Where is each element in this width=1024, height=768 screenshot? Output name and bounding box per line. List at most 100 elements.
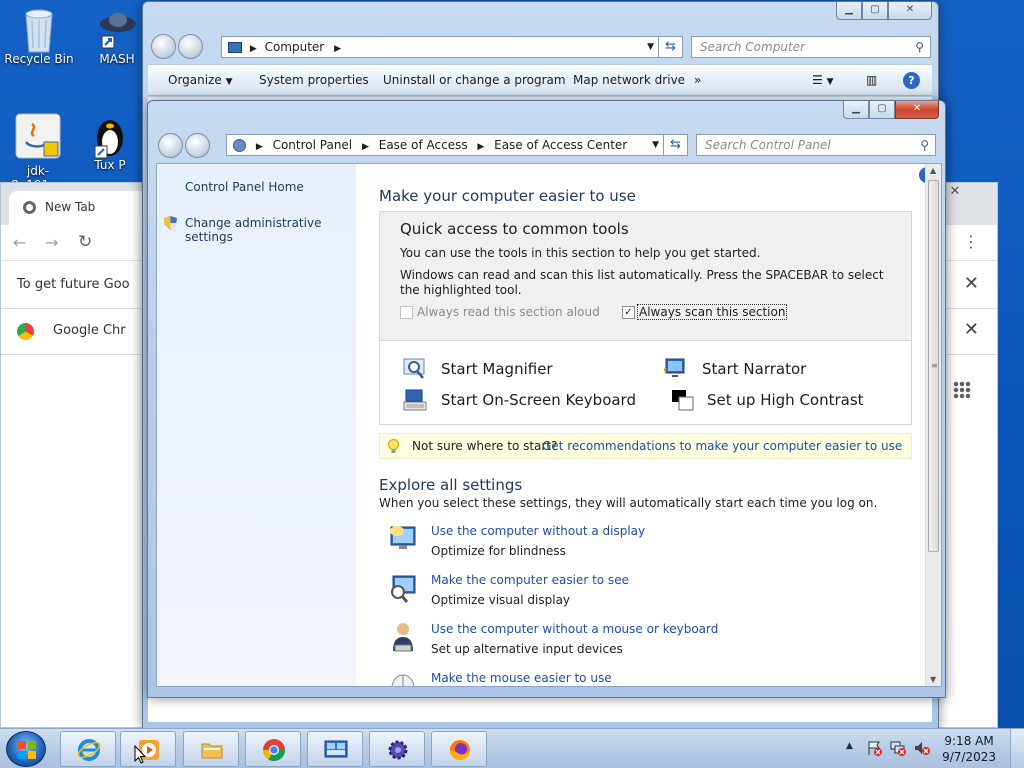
quick-access-header: Quick access to common tools You can use… [380, 212, 911, 341]
scrollbar-thumb[interactable]: ≡ [928, 180, 939, 552]
start-on-screen-keyboard[interactable]: Start On-Screen Keyboard [403, 389, 636, 411]
apps-grid-icon[interactable] [953, 381, 971, 399]
reload-icon[interactable]: ↻ [78, 232, 92, 252]
back-button[interactable] [158, 133, 183, 158]
chrome-logo-icon [17, 323, 34, 340]
setting-desc: Set up alternative input devices [431, 642, 623, 656]
infobar-close-icon[interactable]: ✕ [964, 319, 979, 340]
taskbar-file-explorer[interactable] [183, 731, 239, 767]
chrome-menu-icon[interactable]: ⋮ [963, 232, 979, 251]
scroll-down-arrow-icon[interactable]: ▼ [930, 675, 936, 684]
close-button[interactable]: ✕ [888, 2, 932, 20]
refresh-button[interactable]: ⇆ [664, 134, 688, 156]
search-input[interactable]: Search Computer ⚲ [691, 36, 931, 58]
infobar-close-icon[interactable]: ✕ [964, 273, 979, 294]
java-installer-icon [14, 112, 62, 160]
quick-access-scan-desc: Windows can read and scan this list auto… [400, 268, 884, 297]
help-icon[interactable]: ? [903, 72, 920, 89]
breadcrumb-control-panel[interactable]: Control Panel [273, 138, 353, 152]
mash-icon [96, 6, 138, 49]
refresh-button[interactable]: ⇆ [659, 36, 683, 58]
forward-button[interactable] [185, 133, 210, 158]
search-input[interactable]: Search Control Panel ⚲ [696, 134, 936, 156]
back-button[interactable] [151, 34, 176, 59]
taskbar-firefox[interactable] [431, 731, 487, 767]
minimize-button[interactable]: ▁ [843, 101, 869, 119]
address-dropdown-icon[interactable]: ▼ [647, 37, 654, 57]
taskbar-media-player[interactable] [120, 731, 176, 767]
main-content: ? Make your computer easier to use Quick… [356, 164, 935, 686]
start-magnifier[interactable]: Start Magnifier [403, 358, 553, 379]
explore-title: Explore all settings [379, 476, 523, 494]
setup-high-contrast[interactable]: Set up High Contrast [672, 390, 864, 411]
mouse-cursor-icon [134, 745, 146, 764]
purple-gear-icon [388, 740, 408, 760]
chrome-icon [263, 739, 285, 761]
action-center-flag-icon[interactable] [866, 740, 882, 756]
setting-easier-to-see[interactable]: Make the computer easier to see Optimize… [391, 570, 629, 610]
recommendations-link[interactable]: Get recommendations to make your compute… [542, 434, 902, 458]
read-aloud-checkbox[interactable] [400, 306, 413, 319]
start-button[interactable] [6, 731, 46, 767]
vertical-scrollbar[interactable]: ▲ ≡ ▼ [925, 164, 941, 686]
high-contrast-icon [671, 389, 695, 411]
uac-shield-icon [164, 216, 177, 230]
window-caption-buttons: ▁ ▢ ✕ [836, 2, 932, 20]
windows-logo-icon [18, 741, 36, 759]
desktop-icon-recycle-bin[interactable]: Recycle Bin [1, 6, 77, 66]
folder-icon [201, 743, 223, 759]
setting-without-mouse-keyboard[interactable]: Use the computer without a mouse or keyb… [393, 619, 718, 659]
desktop-icon-label: Tux P [94, 158, 126, 172]
setting-link[interactable]: Use the computer without a display [431, 521, 645, 541]
setting-link[interactable]: Make the computer easier to see [431, 570, 629, 590]
scroll-up-arrow-icon[interactable]: ▲ [930, 166, 936, 175]
tab-title: New Tab [45, 200, 96, 214]
breadcrumb-ease-of-access-center[interactable]: Ease of Access Center [494, 138, 627, 152]
address-bar[interactable]: ▶ Computer ▶ ▼ [221, 36, 659, 58]
window-caption-buttons: ▁ ▢ ✕ [843, 101, 939, 119]
map-network-drive-button[interactable]: Map network drive [573, 65, 685, 95]
show-hidden-icons-arrow[interactable]: ▲ [846, 741, 853, 751]
taskbar-control-panel[interactable] [307, 731, 363, 767]
maximize-button[interactable]: ▢ [862, 2, 888, 20]
more-commands-button[interactable]: » [694, 65, 701, 95]
start-narrator[interactable]: Start Narrator [664, 358, 806, 378]
scan-section-checkbox[interactable]: ✓ [622, 306, 635, 319]
network-icon[interactable] [890, 740, 906, 756]
desktop-icon-jdk[interactable]: jdk-8u191-... [0, 112, 76, 192]
setting-link[interactable]: Use the computer without a mouse or keyb… [431, 619, 718, 639]
tux-penguin-icon [89, 112, 131, 159]
system-clock[interactable]: 9:18 AM 9/7/2023 [942, 733, 996, 765]
show-desktop-button[interactable] [1010, 729, 1024, 768]
setting-mouse-easier[interactable]: Make the mouse easier to use [391, 668, 612, 686]
minimize-button[interactable]: ▁ [836, 2, 862, 20]
forward-arrow-icon[interactable]: → [45, 233, 58, 252]
ease-of-access-window[interactable]: ▁ ▢ ✕ ▶ Control Panel ▶ Ease of Access ▶… [147, 100, 946, 698]
close-button[interactable]: ✕ [895, 101, 939, 119]
preview-pane-icon[interactable]: ▥ [866, 65, 877, 95]
view-options-icon[interactable]: ☰ ▼ [812, 65, 834, 97]
setting-without-display[interactable]: Use the computer without a display Optim… [390, 521, 645, 561]
maximize-button[interactable]: ▢ [869, 101, 895, 119]
back-arrow-icon[interactable]: ← [13, 233, 26, 252]
control-panel-home-link[interactable]: Control Panel Home [185, 180, 304, 194]
breadcrumb-ease-of-access[interactable]: Ease of Access [379, 138, 468, 152]
forward-button[interactable] [178, 34, 203, 59]
address-dropdown-icon[interactable]: ▼ [652, 135, 659, 155]
taskbar-chrome[interactable] [245, 731, 301, 767]
change-admin-settings-link[interactable]: Change administrative settings [185, 216, 356, 244]
uninstall-program-button[interactable]: Uninstall or change a program [383, 65, 566, 95]
address-bar[interactable]: ▶ Control Panel ▶ Ease of Access ▶ Ease … [226, 134, 664, 156]
organize-menu[interactable]: Organize ▼ [168, 65, 233, 97]
setting-link[interactable]: Make the mouse easier to use [431, 668, 612, 686]
keyboard-icon [403, 389, 427, 411]
system-properties-button[interactable]: System properties [259, 65, 369, 95]
breadcrumb-computer[interactable]: Computer [265, 40, 325, 54]
desktop-icon-tux[interactable]: Tux P [80, 112, 140, 172]
recycle-bin-icon [18, 6, 60, 53]
taskbar-internet-explorer[interactable] [60, 731, 116, 767]
taskbar-app-gear[interactable] [369, 731, 425, 767]
volume-muted-icon[interactable] [914, 740, 930, 756]
infobar-text: Google Chr [53, 323, 126, 338]
breadcrumb-separator: ▶ [477, 142, 485, 152]
